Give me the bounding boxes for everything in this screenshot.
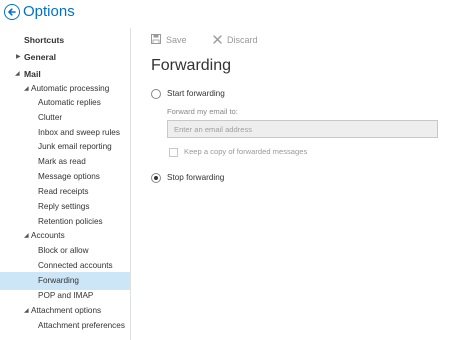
sidebar-nav: Shortcuts ▶ General ◢ Mail ◢ Automatic p… bbox=[0, 28, 131, 340]
sidebar-item-shortcuts[interactable]: Shortcuts bbox=[0, 31, 130, 49]
app-title: Options bbox=[23, 3, 75, 20]
forward-to-label: Forward my email to: bbox=[167, 107, 238, 116]
page-title: Forwarding bbox=[151, 57, 232, 74]
header: Options bbox=[0, 0, 474, 26]
caret-right-icon[interactable]: ▶ bbox=[16, 48, 21, 66]
main-content: Save Discard Forwarding Start forwarding… bbox=[131, 28, 474, 340]
close-icon bbox=[213, 33, 222, 49]
keep-copy-label: Keep a copy of forwarded messages bbox=[184, 147, 308, 156]
start-forwarding-label[interactable]: Start forwarding bbox=[167, 88, 225, 100]
sidebar-item-label: Shortcuts bbox=[24, 35, 65, 45]
discard-button[interactable]: Discard bbox=[213, 32, 258, 48]
keep-copy-checkbox[interactable] bbox=[169, 148, 178, 157]
stop-forwarding-radio[interactable] bbox=[151, 173, 161, 183]
sidebar-item-attachment-preferences[interactable]: Attachment preferences bbox=[0, 317, 130, 335]
save-button[interactable]: Save bbox=[151, 32, 187, 48]
start-forwarding-radio[interactable] bbox=[151, 89, 161, 99]
sidebar-item-general[interactable]: ▶ General bbox=[0, 48, 130, 66]
save-label: Save bbox=[166, 35, 187, 45]
back-arrow-icon[interactable] bbox=[4, 4, 20, 20]
stop-forwarding-label[interactable]: Stop forwarding bbox=[167, 172, 224, 184]
save-icon bbox=[151, 33, 161, 49]
sidebar-item-label: Attachment preferences bbox=[38, 321, 125, 330]
forward-email-input[interactable] bbox=[167, 120, 438, 138]
discard-label: Discard bbox=[227, 35, 258, 45]
sidebar-item-label: General bbox=[24, 52, 57, 62]
